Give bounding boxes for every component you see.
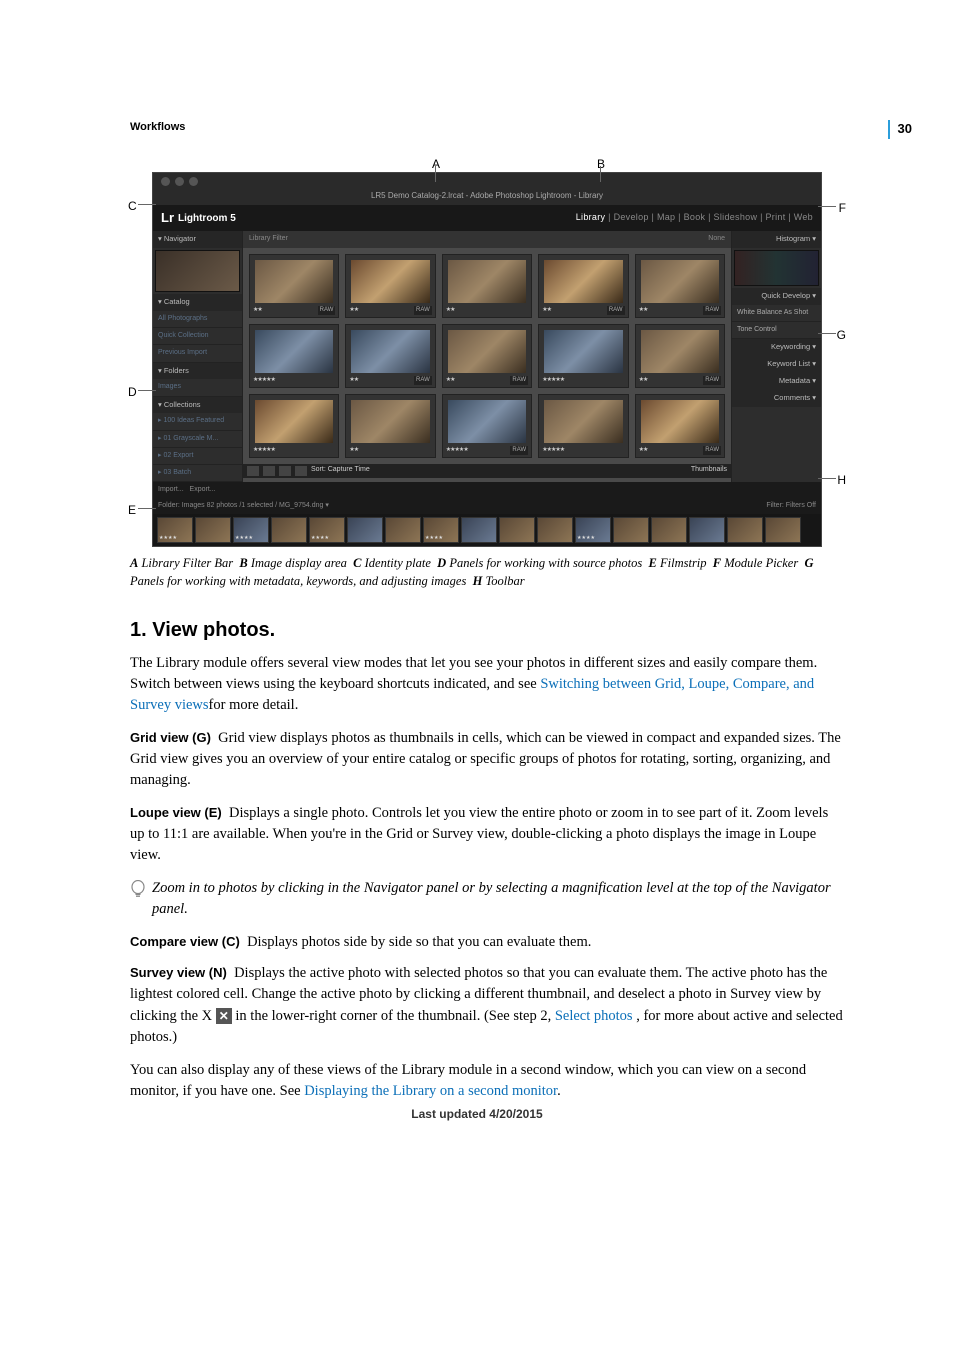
lightbulb-icon <box>130 880 146 900</box>
filmstrip: ★★★★★★★★ ★★★★ ★★★★ ★★★★ <box>153 514 821 546</box>
page-number: 30 <box>888 120 912 139</box>
collection-item: ▸ 03 Batch <box>153 465 242 482</box>
grid-view-term: Grid view (G) <box>130 730 211 745</box>
callout-C: C <box>128 198 137 215</box>
callout-E: E <box>128 502 136 519</box>
section-header: Workflows <box>130 120 844 136</box>
tip-row: Zoom in to photos by clicking in the Nav… <box>130 878 844 920</box>
step-heading: 1. View photos. <box>130 616 844 645</box>
figure-caption: A Library Filter Bar B Image display are… <box>130 555 844 590</box>
window-traffic-lights <box>153 173 821 190</box>
callout-G: G <box>837 327 846 344</box>
compare-view-paragraph: Compare view (C) Displays photos side by… <box>130 932 844 953</box>
quick-develop-body: White Balance As Shot <box>732 305 821 322</box>
callout-B: B <box>597 156 605 173</box>
module-picker: Library | Develop | Map | Book | Slidesh… <box>576 211 813 224</box>
metadata-head: Metadata ▾ <box>732 373 821 390</box>
folder-item: Images <box>153 379 242 396</box>
left-panel-group: ▾ Navigator ▾ Catalog All Photographs Qu… <box>153 231 243 482</box>
intro-paragraph: The Library module offers several view m… <box>130 653 844 716</box>
link-second-monitor[interactable]: Displaying the Library on a second monit… <box>304 1083 557 1099</box>
quick-develop-body: Tone Control <box>732 322 821 339</box>
link-select-photos[interactable]: Select photos <box>555 1008 633 1024</box>
collection-item: ▸ 100 Ideas Featured <box>153 413 242 430</box>
quick-develop-head: Quick Develop ▾ <box>732 288 821 305</box>
image-display-area: Library FilterNone ★★RAW ★★RAW ★★ ★★RAW … <box>243 231 731 482</box>
keyword-list-head: Keyword List ▾ <box>732 356 821 373</box>
grid-view: ★★RAW ★★RAW ★★ ★★RAW ★★RAW ★★★★★ ★★RAW ★… <box>243 248 731 464</box>
survey-view-term: Survey view (N) <box>130 965 227 980</box>
right-panel-group: Histogram ▾ Quick Develop ▾ White Balanc… <box>731 231 821 482</box>
histogram-panel-head: Histogram ▾ <box>732 231 821 248</box>
catalog-prev: Previous Import <box>153 345 242 362</box>
collection-item: ▸ 02 Export <box>153 448 242 465</box>
navigator-preview <box>155 250 240 292</box>
library-filter-bar: Library FilterNone <box>243 231 731 247</box>
page-footer: Last updated 4/20/2015 <box>0 1106 954 1123</box>
toolbar: Sort: Capture Time Thumbnails <box>243 464 731 478</box>
grid-view-paragraph: Grid view (G) Grid view displays photos … <box>130 728 844 791</box>
comments-head: Comments ▾ <box>732 390 821 407</box>
lightroom-screenshot: LR5 Demo Catalog-2.lrcat - Adobe Photosh… <box>152 172 822 547</box>
callout-D: D <box>128 384 137 401</box>
window-title: LR5 Demo Catalog-2.lrcat - Adobe Photosh… <box>153 190 821 205</box>
catalog-panel-head: ▾ Catalog <box>153 294 242 311</box>
loupe-view-paragraph: Loupe view (E) Displays a single photo. … <box>130 803 844 866</box>
keywording-head: Keywording ▾ <box>732 339 821 356</box>
folders-panel-head: ▾ Folders <box>153 363 242 380</box>
secondary-toolbar: Folder: Images 82 photos /1 selected / M… <box>153 498 821 514</box>
loupe-view-term: Loupe view (E) <box>130 805 222 820</box>
catalog-quick: Quick Collection <box>153 328 242 345</box>
catalog-all: All Photographs <box>153 311 242 328</box>
identity-plate: LrLightroom 5 <box>161 209 236 228</box>
deselect-x-icon: ✕ <box>216 1008 232 1024</box>
second-window-paragraph: You can also display any of these views … <box>130 1060 844 1102</box>
collections-panel-head: ▾ Collections <box>153 397 242 414</box>
library-module-figure: A B C D E F G H LR5 Demo Catalog-2.lrcat… <box>152 172 822 547</box>
compare-view-term: Compare view (C) <box>130 934 240 949</box>
histogram <box>734 250 819 286</box>
callout-F: F <box>839 200 846 217</box>
collection-item: ▸ 01 Grayscale M... <box>153 431 242 448</box>
tip-text: Zoom in to photos by clicking in the Nav… <box>152 878 844 920</box>
callout-H: H <box>837 472 846 489</box>
import-export-bar: Import... Export... <box>153 482 821 498</box>
survey-view-paragraph: Survey view (N) Displays the active phot… <box>130 963 844 1047</box>
navigator-panel-head: ▾ Navigator <box>153 231 242 248</box>
callout-A: A <box>432 156 440 173</box>
